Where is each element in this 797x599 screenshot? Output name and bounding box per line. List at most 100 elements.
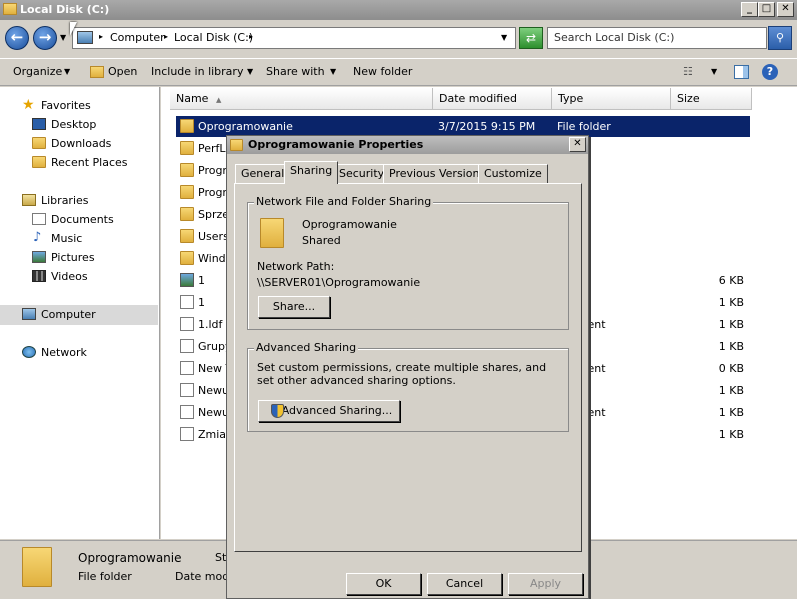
file-size: 1 KB xyxy=(718,318,744,331)
nav-network[interactable]: Network xyxy=(0,344,160,362)
cancel-button[interactable]: Cancel xyxy=(427,573,502,595)
ok-button[interactable]: OK xyxy=(346,573,421,595)
file-icon xyxy=(180,427,194,441)
file-row[interactable]: Oprogramowanie 3/7/2015 9:15 PM File folde… xyxy=(176,116,750,137)
share-button[interactable]: Share... xyxy=(258,296,330,318)
nav-favorites[interactable]: ★ Favorites xyxy=(0,97,160,115)
nav-desktop[interactable]: Desktop xyxy=(0,116,160,134)
nav-pictures[interactable]: Pictures xyxy=(0,249,160,267)
tab-sharing[interactable]: Sharing xyxy=(284,161,339,184)
recent-pages-chevron-icon[interactable]: ▼ xyxy=(60,33,66,42)
share-chevron-down-icon: ▼ xyxy=(330,67,337,76)
folder-icon xyxy=(180,185,194,199)
nav-libraries[interactable]: Libraries xyxy=(0,192,160,210)
organize-button[interactable]: Organize xyxy=(13,65,62,78)
advanced-sharing-button[interactable]: Advanced Sharing... xyxy=(258,400,400,422)
nav-videos[interactable]: Videos xyxy=(0,268,160,286)
details-date-label: Date modi xyxy=(175,570,233,583)
tab-customize[interactable]: Customize xyxy=(478,164,548,183)
breadcrumb-separator-icon[interactable]: ▸ xyxy=(249,32,253,41)
file-name: Newu xyxy=(198,406,229,419)
view-options-icon[interactable]: ☷ xyxy=(683,65,693,78)
address-box[interactable]: ▸ Computer ▸ Local Disk (C:) ▸ ▼ xyxy=(72,27,516,49)
folder-icon xyxy=(180,141,194,155)
details-name: Oprogramowanie xyxy=(78,551,182,565)
tab-security[interactable]: Security xyxy=(333,164,391,183)
column-header-size[interactable]: Size xyxy=(671,88,752,110)
computer-icon xyxy=(77,31,93,44)
tab-previous-versions[interactable]: Previous Versions xyxy=(383,164,492,183)
breadcrumb-computer[interactable]: Computer xyxy=(110,31,165,44)
uac-shield-icon xyxy=(271,404,284,418)
include-chevron-down-icon: ▼ xyxy=(247,67,254,76)
apply-button[interactable]: Apply xyxy=(508,573,583,595)
nav-documents[interactable]: Documents xyxy=(0,211,160,229)
organize-chevron-down-icon: ▼ xyxy=(64,67,71,76)
sort-ascending-icon: ▲ xyxy=(215,96,222,104)
folder-icon xyxy=(180,207,194,221)
downloads-icon xyxy=(32,137,46,149)
file-size: 0 KB xyxy=(718,362,744,375)
advanced-sharing-group-title: Advanced Sharing xyxy=(254,341,359,354)
file-size: 1 KB xyxy=(718,296,744,309)
breadcrumb-separator-icon[interactable]: ▸ xyxy=(99,32,103,41)
desktop-icon xyxy=(32,118,46,130)
column-header-date[interactable]: Date modified xyxy=(433,88,552,110)
open-folder-icon xyxy=(90,66,104,78)
advanced-sharing-description: Set custom permissions, create multiple … xyxy=(257,361,547,387)
details-type: File folder xyxy=(78,570,132,583)
column-header-name[interactable]: Name ▲ xyxy=(170,88,433,110)
search-icon[interactable]: ⚲ xyxy=(768,26,792,50)
maximize-button[interactable]: □ xyxy=(758,2,775,17)
file-date: 3/7/2015 9:15 PM xyxy=(438,120,536,133)
file-icon xyxy=(180,295,194,309)
minimize-button[interactable]: _ xyxy=(741,2,758,17)
address-dropdown-icon[interactable]: ▼ xyxy=(501,33,507,42)
new-folder-button[interactable]: New folder xyxy=(353,65,412,78)
window-titlebar[interactable]: Local Disk (C:) _ □ ✕ xyxy=(0,0,797,20)
recent-places-icon xyxy=(32,156,46,168)
breadcrumb-local-disk[interactable]: Local Disk (C:) xyxy=(174,31,253,44)
file-size: 1 KB xyxy=(718,406,744,419)
share-with-button[interactable]: Share with xyxy=(266,65,325,78)
network-path-value: \\SERVER01\Oprogramowanie xyxy=(257,276,421,289)
nav-music[interactable]: ♪ Music xyxy=(0,230,160,248)
star-icon: ★ xyxy=(22,97,35,113)
file-icon xyxy=(180,339,194,353)
file-name: Progr xyxy=(198,164,227,177)
dialog-close-button[interactable]: ✕ xyxy=(569,137,586,152)
folder-icon xyxy=(180,251,194,265)
nav-recent-places[interactable]: Recent Places xyxy=(0,154,160,172)
file-icon xyxy=(180,317,194,331)
forward-button[interactable]: → xyxy=(33,26,57,50)
close-button[interactable]: ✕ xyxy=(777,2,794,17)
dialog-titlebar[interactable]: Oprogramowanie Properties ✕ xyxy=(227,136,588,154)
mouse-cursor-icon xyxy=(70,22,77,36)
file-type: File folder xyxy=(557,120,611,133)
search-input[interactable]: Search Local Disk (C:) xyxy=(547,27,767,49)
pictures-icon xyxy=(32,251,46,263)
sharing-tab-panel: Network File and Folder Sharing Oprogram… xyxy=(234,183,582,552)
file-name: 1 xyxy=(198,296,205,309)
file-icon xyxy=(180,383,194,397)
folder-icon xyxy=(3,3,17,15)
file-name: 1.ldf xyxy=(198,318,223,331)
file-name: Progr xyxy=(198,186,227,199)
column-header-type[interactable]: Type xyxy=(552,88,671,110)
view-chevron-down-icon[interactable]: ▼ xyxy=(711,67,717,76)
help-icon[interactable]: ? xyxy=(762,64,778,80)
include-in-library-button[interactable]: Include in library xyxy=(151,65,243,78)
tab-general[interactable]: General xyxy=(235,164,291,183)
refresh-button[interactable]: ⇄ xyxy=(519,27,543,49)
back-button[interactable]: ← xyxy=(5,26,29,50)
file-icon xyxy=(180,405,194,419)
open-button[interactable]: Open xyxy=(108,65,137,78)
nav-computer[interactable]: Computer xyxy=(0,305,158,325)
file-size: 1 KB xyxy=(718,384,744,397)
preview-pane-icon[interactable] xyxy=(734,65,749,79)
file-size: 1 KB xyxy=(718,428,744,441)
file-size: 1 KB xyxy=(718,340,744,353)
music-icon: ♪ xyxy=(33,230,42,245)
nav-downloads[interactable]: Downloads xyxy=(0,135,160,153)
breadcrumb-separator-icon[interactable]: ▸ xyxy=(164,32,168,41)
